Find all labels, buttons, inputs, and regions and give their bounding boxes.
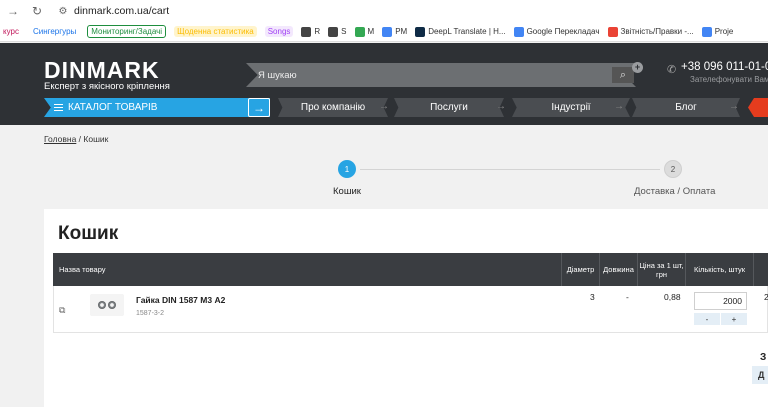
catalog-label: КАТАЛОГ ТОВАРІВ <box>68 102 158 113</box>
nav-industries[interactable]: Індустрії <box>512 98 630 117</box>
bookmark-favicon-icon <box>328 26 339 37</box>
bookmark-item[interactable]: курс <box>0 26 22 37</box>
col-price: Ціна за 1 шт, грн <box>637 253 685 286</box>
bookmark-item[interactable]: Google Перекладач <box>513 26 600 37</box>
bookmark-label: R <box>314 27 321 36</box>
step-1-circle: 1 <box>338 160 356 178</box>
search-box <box>246 63 636 87</box>
quantity-decrease-button[interactable]: - <box>694 313 720 325</box>
phone-number[interactable]: +38 096 011-01-0 <box>681 61 768 73</box>
breadcrumb-separator: / <box>78 134 82 144</box>
table-row: ⧉ Гайка DIN 1587 М3 А2 1587-3-2 3 - 0,88… <box>53 286 768 333</box>
arrow-right-icon: → <box>379 101 389 112</box>
bookmark-item[interactable]: Proje <box>701 26 734 37</box>
breadcrumb-home[interactable]: Головна <box>44 134 76 144</box>
bookmark-label: Songs <box>264 26 294 37</box>
bookmark-item[interactable]: Songs <box>264 26 294 37</box>
col-length: Довжина <box>599 253 637 286</box>
col-diameter: Діаметр <box>561 253 599 286</box>
product-diameter: 3 <box>590 292 595 302</box>
col-sum <box>753 253 768 286</box>
nut-image <box>108 301 116 309</box>
arrow-right-icon: → <box>729 101 739 112</box>
step-2-circle: 2 <box>664 160 682 178</box>
bookmark-item[interactable]: Мониторинг/Задачі <box>87 25 167 38</box>
site-header: DINMARK Експерт з якісного кріплення ⌕ +… <box>0 43 768 125</box>
checkout-button[interactable]: Д <box>752 366 768 384</box>
bookmark-favicon-icon <box>513 26 524 37</box>
bookmark-label: Звітність/Правки -... <box>620 27 694 36</box>
bookmark-favicon-icon <box>382 26 393 37</box>
plus-icon[interactable]: + <box>632 62 643 73</box>
bookmark-label: курс <box>3 27 19 36</box>
bookmark-label: Мониторинг/Задачі <box>87 25 167 38</box>
bookmark-label: Сингергуры <box>32 27 77 36</box>
order-summary-label: З <box>760 352 767 363</box>
logo-tagline: Експерт з якісного кріплення <box>44 81 170 92</box>
step-2-label: Доставка / Оплата <box>634 186 716 197</box>
search-icon[interactable]: ⌕ <box>612 67 634 83</box>
arrow-right-icon[interactable]: → <box>248 98 270 117</box>
bookmark-item[interactable]: Щоденна статистика <box>174 26 257 37</box>
table-header: Назва товару Діаметр Довжина Ціна за 1 ш… <box>53 253 768 286</box>
browser-address-bar: → ↻ ⚙ dinmark.com.ua/cart <box>0 0 768 22</box>
bookmark-item[interactable]: M <box>354 26 375 37</box>
arrow-right-icon: → <box>614 101 624 112</box>
bookmark-item[interactable]: DeepL Translate | H... <box>415 26 506 37</box>
bookmark-item[interactable]: Сингергуры <box>30 26 79 37</box>
product-sum: 2 <box>764 292 768 302</box>
bookmark-item[interactable]: PM <box>382 26 408 37</box>
bookmark-item[interactable]: R <box>301 26 321 37</box>
product-price: 0,88 <box>664 292 681 302</box>
product-sku: 1587-3-2 <box>136 310 165 317</box>
bookmark-favicon-icon <box>354 26 365 37</box>
bookmarks-bar: курс Сингергуры Мониторинг/Задачі Щоденна с… <box>0 22 768 42</box>
cart-card: Кошик Назва товару Діаметр Довжина Ціна … <box>44 209 768 407</box>
menu-icon <box>54 104 63 111</box>
col-name: Назва товару <box>59 265 106 274</box>
bookmark-favicon-icon <box>301 26 312 37</box>
compare-icon[interactable]: ⧉ <box>59 305 69 315</box>
step-1-label: Кошик <box>333 186 361 197</box>
nut-image <box>98 301 106 309</box>
bookmark-label: Google Перекладач <box>526 27 600 36</box>
nav-blog[interactable]: Блог <box>632 98 740 117</box>
breadcrumb-current: Кошик <box>83 134 109 144</box>
product-length: - <box>626 292 629 302</box>
nav-services[interactable]: Послуги <box>394 98 504 117</box>
bookmark-label: S <box>341 27 347 36</box>
reload-icon[interactable]: ↻ <box>30 4 44 18</box>
forward-icon[interactable]: → <box>6 4 20 18</box>
steps-line <box>360 169 660 170</box>
product-name[interactable]: Гайка DIN 1587 М3 А2 <box>136 295 225 305</box>
bookmark-favicon-icon <box>415 26 426 37</box>
quantity-input[interactable] <box>694 292 747 310</box>
bookmark-favicon-icon <box>701 26 712 37</box>
bookmark-label: M <box>367 27 375 36</box>
site-info-icon[interactable]: ⚙ <box>56 4 70 18</box>
page-title: Кошик <box>58 223 119 244</box>
nav-about[interactable]: Про компанію <box>278 98 388 117</box>
search-input[interactable] <box>258 63 598 87</box>
bookmark-label: Proje <box>714 27 734 36</box>
breadcrumb: Головна / Кошик <box>44 134 108 144</box>
callback-link[interactable]: Зателефонувати Вам? <box>690 75 768 84</box>
bookmark-label: PM <box>395 27 408 36</box>
catalog-button[interactable]: КАТАЛОГ ТОВАРІВ <box>44 98 270 117</box>
bookmark-item[interactable]: S <box>328 26 347 37</box>
product-thumbnail[interactable] <box>90 294 124 316</box>
bookmark-label: Щоденна статистика <box>174 26 257 37</box>
logo[interactable]: DINMARK <box>44 57 160 84</box>
phone-icon: ✆ <box>667 64 677 76</box>
bookmark-item[interactable]: Звітність/Правки -... <box>607 26 694 37</box>
url-text[interactable]: dinmark.com.ua/cart <box>74 5 169 17</box>
promo-button[interactable] <box>748 98 768 117</box>
bookmark-favicon-icon <box>607 26 618 37</box>
arrow-right-icon: → <box>496 101 506 112</box>
quantity-increase-button[interactable]: + <box>721 313 747 325</box>
bookmark-label: DeepL Translate | H... <box>428 27 506 36</box>
col-qty: Кількість, штук <box>685 253 753 286</box>
